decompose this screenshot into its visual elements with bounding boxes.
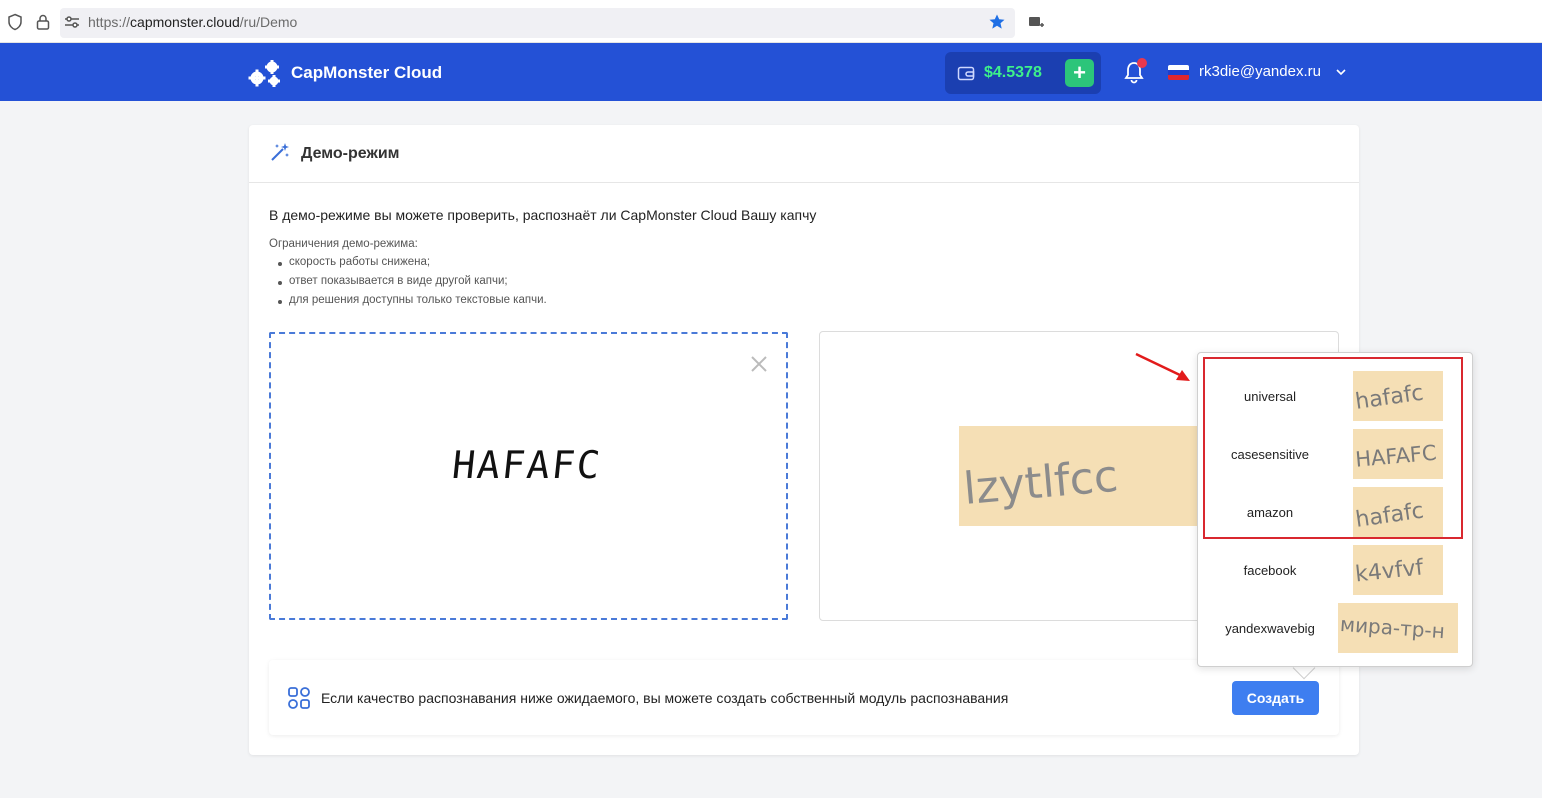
browser-toolbar: https://capmonster.cloud/ru/Demo — [0, 0, 1542, 43]
chevron-down-icon[interactable] — [1335, 67, 1347, 77]
limits-list: скорость работы снижена; ответ показывае… — [269, 256, 547, 313]
app-name[interactable]: CapMonster Cloud — [291, 63, 442, 83]
balance-widget: $4.5378 + — [945, 52, 1101, 94]
list-item: для решения доступны только текстовые ка… — [269, 294, 547, 313]
module-option-facebook[interactable]: facebook k4vfvf — [1198, 541, 1474, 599]
gears-logo-icon[interactable] — [248, 57, 282, 89]
create-module-text: Если качество распознавания ниже ожидаем… — [321, 690, 1009, 706]
annotation-highlight-box — [1203, 357, 1463, 539]
module-option-yandexwavebig[interactable]: yandexwavebig мира-тр-н — [1198, 599, 1474, 657]
list-item: скорость работы снижена; — [269, 256, 547, 275]
svg-text:мира-тр-н: мира-тр-н — [1339, 612, 1445, 643]
user-email[interactable]: rk3die@yandex.ru — [1199, 63, 1321, 80]
lock-icon[interactable] — [34, 13, 52, 31]
demo-card: Демо-режим В демо-режиме вы можете прове… — [249, 125, 1359, 755]
apps-grid-icon — [288, 687, 310, 709]
app-header: CapMonster Cloud $4.5378 + rk3die@yandex… — [0, 43, 1542, 101]
close-icon[interactable] — [749, 354, 769, 374]
limits-title: Ограничения демо-режима: — [269, 238, 418, 250]
russia-flag-icon[interactable] — [1168, 65, 1189, 80]
extension-icon[interactable] — [1027, 13, 1045, 31]
shield-icon[interactable] — [6, 13, 24, 31]
svg-text:k4vfvf: k4vfvf — [1354, 555, 1426, 587]
notification-badge — [1137, 58, 1147, 68]
balance-value: $4.5378 — [984, 64, 1042, 81]
create-button[interactable]: Создать — [1232, 681, 1319, 715]
intro-text: В демо-режиме вы можете проверить, распо… — [269, 207, 817, 223]
input-captcha-image: HAFAFC — [450, 443, 604, 487]
captcha-upload-zone[interactable]: HAFAFC — [269, 332, 788, 620]
svg-text:lzytlfcc: lzytlfcc — [962, 451, 1121, 515]
add-funds-button[interactable]: + — [1065, 59, 1094, 87]
result-captcha-image: lzytlfcc — [959, 426, 1199, 526]
module-sample-image: мира-тр-н — [1338, 603, 1458, 653]
annotation-arrow-icon — [1135, 352, 1190, 381]
page-title: Демо-режим — [301, 145, 400, 162]
magic-wand-icon — [271, 143, 289, 161]
page-settings-icon[interactable] — [63, 13, 81, 31]
bookmark-star-icon[interactable] — [988, 13, 1006, 31]
wallet-icon — [957, 66, 975, 81]
list-item: ответ показывается в виде другой капчи; — [269, 275, 547, 294]
svg-text:HAFAFC: HAFAFC — [450, 443, 604, 487]
module-name: yandexwavebig — [1225, 621, 1315, 636]
card-header: Демо-режим — [249, 125, 1359, 183]
module-sample-image: k4vfvf — [1353, 545, 1443, 595]
url-text: https://capmonster.cloud/ru/Demo — [88, 14, 298, 30]
create-module-panel: Если качество распознавания ниже ожидаем… — [269, 660, 1339, 735]
module-name: facebook — [1243, 563, 1297, 578]
